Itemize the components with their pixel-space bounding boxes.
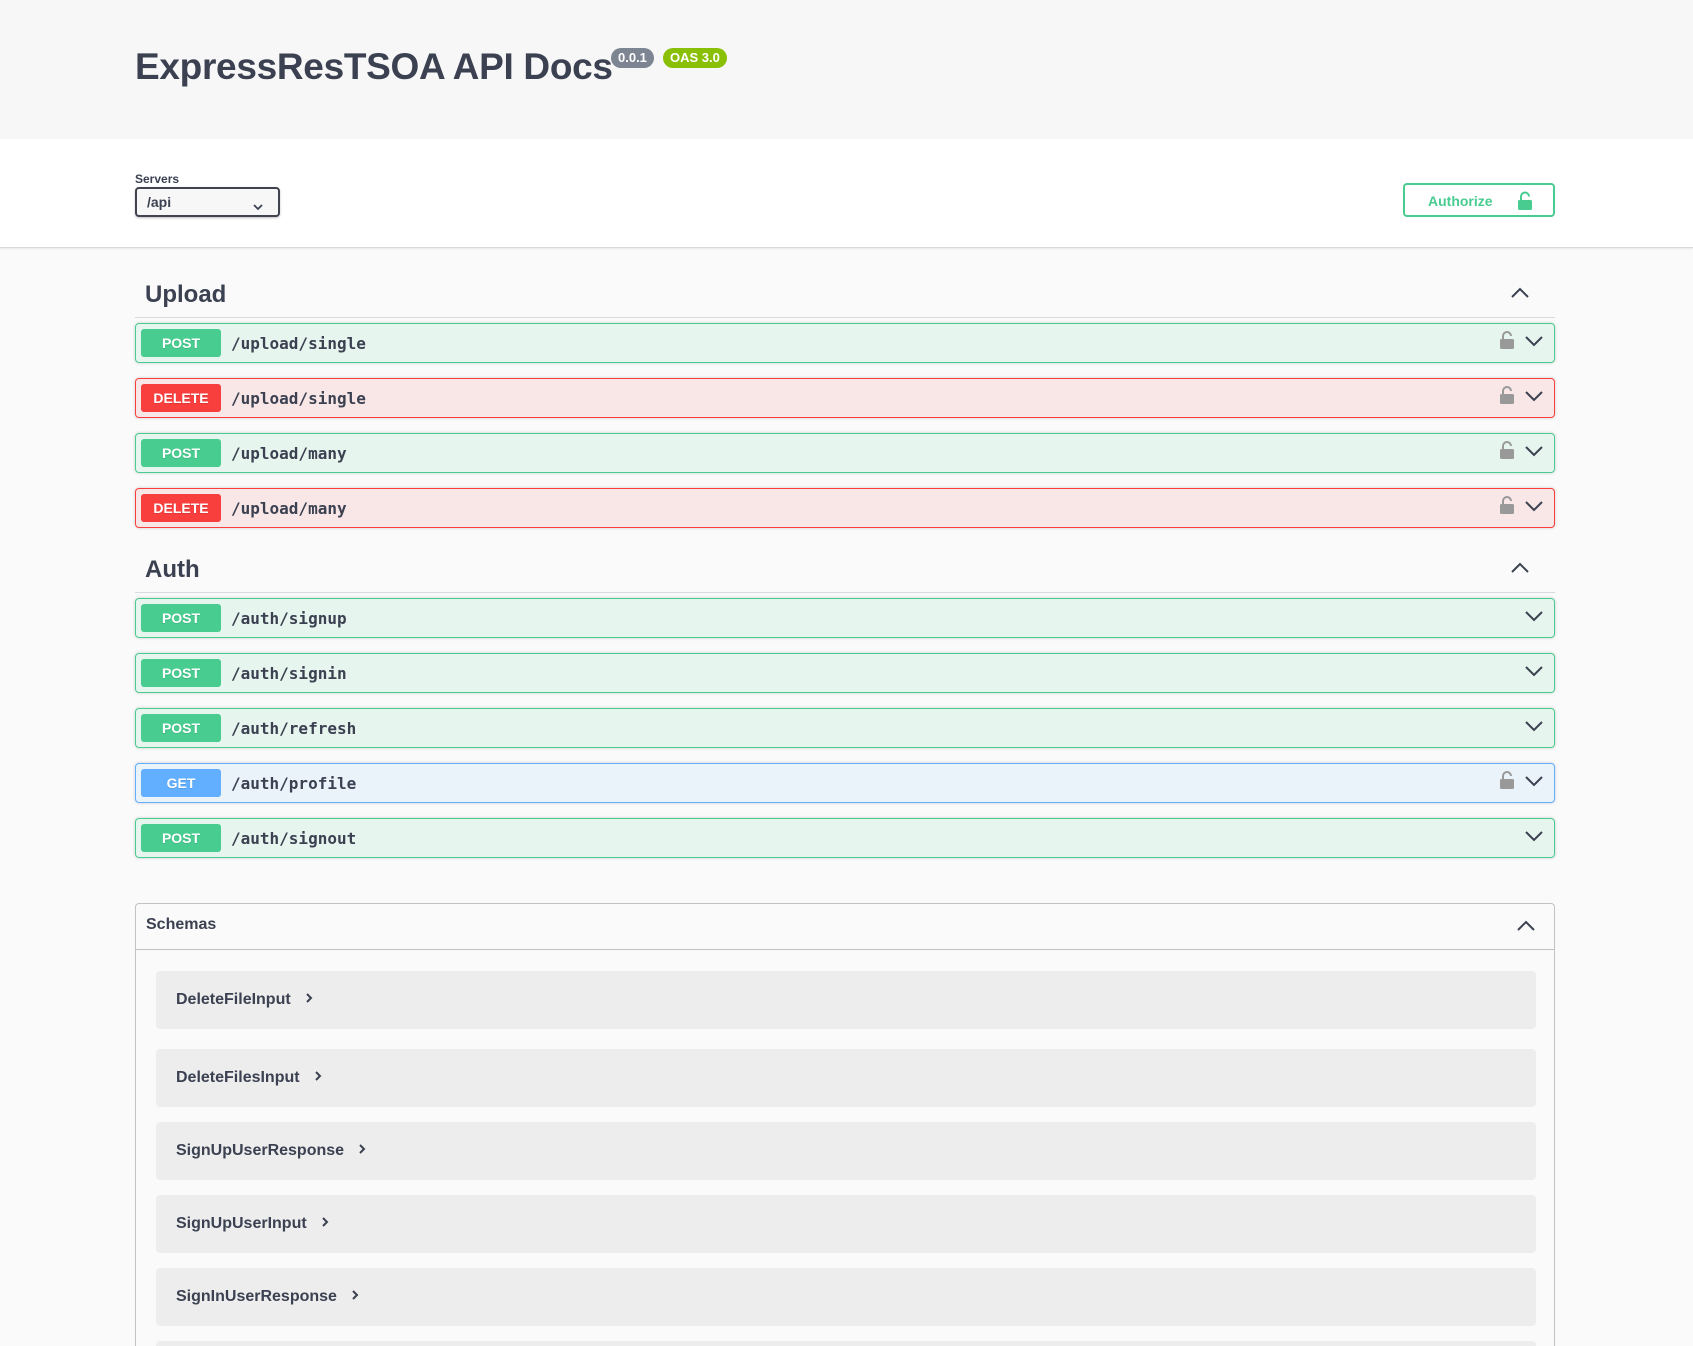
schema-item[interactable]: DeleteFileInput xyxy=(156,971,1536,1029)
lock-icon[interactable] xyxy=(1500,331,1514,354)
schema-item[interactable]: SignUpUserInput xyxy=(156,1195,1536,1253)
schema-item-partial[interactable] xyxy=(156,1341,1536,1346)
lock-icon[interactable] xyxy=(1500,386,1514,409)
method-badge: POST xyxy=(141,824,221,852)
scheme-container: Servers /api Authorize xyxy=(0,139,1693,248)
opblock-post-upload-single[interactable]: POST /upload/single xyxy=(135,323,1555,363)
chevron-down-icon[interactable] xyxy=(1524,609,1544,627)
schema-name: SignInUserResponse xyxy=(176,1288,337,1306)
operation-path: /auth/profile xyxy=(231,774,357,793)
authorize-label: Authorize xyxy=(1428,193,1493,209)
schemas-section: Schemas DeleteFileInput DeleteFilesInput… xyxy=(135,903,1555,1346)
lock-icon[interactable] xyxy=(1500,771,1514,794)
opblock-get-auth-profile[interactable]: GET /auth/profile xyxy=(135,763,1555,803)
chevron-right-icon xyxy=(351,1288,359,1306)
method-badge: GET xyxy=(141,769,221,797)
page-title: ExpressResTSOA API Docs xyxy=(135,46,613,87)
opblock-post-upload-many[interactable]: POST /upload/many xyxy=(135,433,1555,473)
chevron-right-icon xyxy=(321,1215,329,1233)
lock-icon[interactable] xyxy=(1500,441,1514,464)
method-badge: DELETE xyxy=(141,384,221,412)
method-badge: POST xyxy=(141,714,221,742)
tag-name: Upload xyxy=(145,281,227,308)
chevron-down-icon[interactable] xyxy=(1524,774,1544,792)
method-badge: POST xyxy=(141,329,221,357)
version-badge: 0.0.1 xyxy=(611,48,654,68)
operation-path: /upload/many xyxy=(231,444,347,463)
schema-name: SignUpUserResponse xyxy=(176,1142,345,1160)
chevron-down-icon xyxy=(252,195,264,221)
operation-path: /auth/refresh xyxy=(231,719,357,738)
chevron-down-icon[interactable] xyxy=(1524,444,1544,462)
schemas-title: Schemas xyxy=(146,916,217,933)
schema-name: DeleteFileInput xyxy=(176,991,291,1009)
opblock-post-auth-signout[interactable]: POST /auth/signout xyxy=(135,818,1555,858)
chevron-right-icon xyxy=(305,991,313,1009)
schema-item[interactable]: SignUpUserResponse xyxy=(156,1122,1536,1180)
chevron-up-icon[interactable] xyxy=(1510,561,1530,579)
lock-open-icon xyxy=(1517,191,1533,214)
opblock-post-auth-refresh[interactable]: POST /auth/refresh xyxy=(135,708,1555,748)
schema-name: SignUpUserInput xyxy=(176,1215,307,1233)
chevron-right-icon xyxy=(314,1069,322,1087)
opblock-delete-upload-many[interactable]: DELETE /upload/many xyxy=(135,488,1555,528)
chevron-down-icon[interactable] xyxy=(1524,719,1544,737)
opblock-delete-upload-single[interactable]: DELETE /upload/single xyxy=(135,378,1555,418)
method-badge: POST xyxy=(141,659,221,687)
operation-path: /auth/signin xyxy=(231,664,347,683)
opblock-post-auth-signin[interactable]: POST /auth/signin xyxy=(135,653,1555,693)
method-badge: POST xyxy=(141,439,221,467)
schema-name: DeleteFilesInput xyxy=(176,1069,300,1087)
chevron-down-icon[interactable] xyxy=(1524,389,1544,407)
authorize-button[interactable]: Authorize xyxy=(1403,183,1555,217)
operation-path: /upload/many xyxy=(231,499,347,518)
schemas-header[interactable]: Schemas xyxy=(136,904,1554,950)
tag-header-auth[interactable]: Auth xyxy=(135,547,1555,593)
operation-path: /upload/single xyxy=(231,389,366,408)
chevron-up-icon[interactable] xyxy=(1510,286,1530,304)
method-badge: POST xyxy=(141,604,221,632)
info-header: ExpressResTSOA API Docs 0.0.1 OAS 3.0 xyxy=(0,0,1693,139)
method-badge: DELETE xyxy=(141,494,221,522)
chevron-down-icon[interactable] xyxy=(1524,499,1544,517)
schema-item[interactable]: DeleteFilesInput xyxy=(156,1049,1536,1107)
chevron-down-icon[interactable] xyxy=(1524,664,1544,682)
servers-selected-value: /api xyxy=(147,194,172,210)
chevron-down-icon[interactable] xyxy=(1524,334,1544,352)
servers-label: Servers xyxy=(135,172,180,186)
chevron-up-icon[interactable] xyxy=(1516,919,1536,937)
operation-path: /auth/signup xyxy=(231,609,347,628)
operation-path: /auth/signout xyxy=(231,829,357,848)
tag-header-upload[interactable]: Upload xyxy=(135,272,1555,318)
chevron-down-icon[interactable] xyxy=(1524,829,1544,847)
operation-path: /upload/single xyxy=(231,334,366,353)
servers-select[interactable]: /api xyxy=(135,187,280,217)
oas-badge: OAS 3.0 xyxy=(663,48,727,68)
opblock-post-auth-signup[interactable]: POST /auth/signup xyxy=(135,598,1555,638)
chevron-right-icon xyxy=(358,1142,366,1160)
schema-item[interactable]: SignInUserResponse xyxy=(156,1268,1536,1326)
tag-name: Auth xyxy=(145,556,200,583)
lock-icon[interactable] xyxy=(1500,496,1514,519)
